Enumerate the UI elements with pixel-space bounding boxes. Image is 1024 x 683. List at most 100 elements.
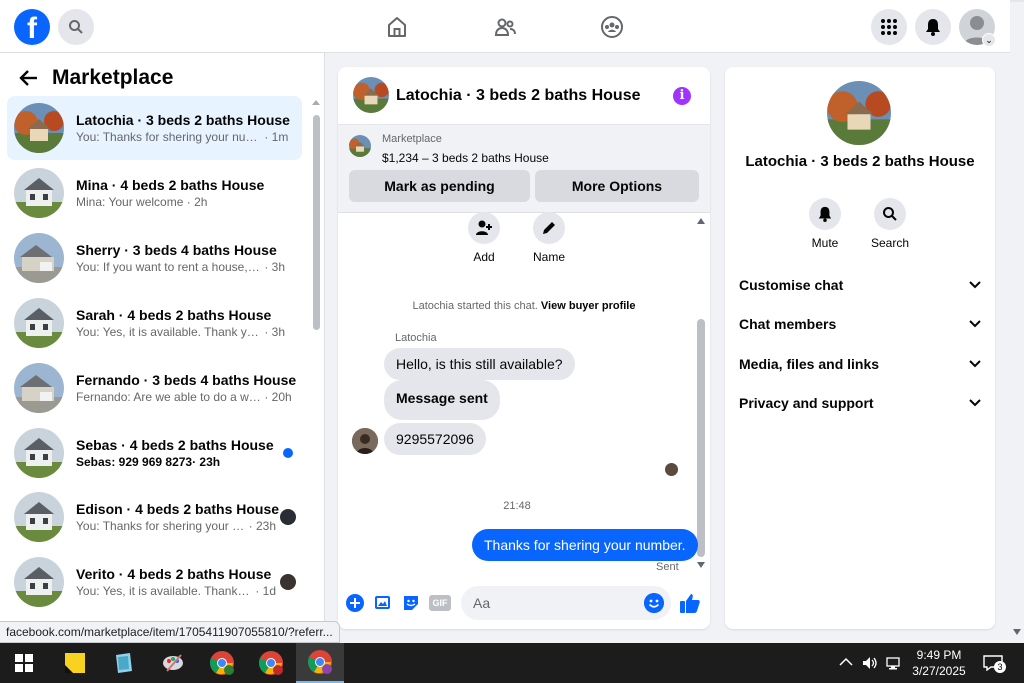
windows-taskbar: 9:49 PM 3/27/2025 3 bbox=[0, 643, 1024, 683]
taskbar-chrome-1[interactable] bbox=[198, 643, 246, 683]
photo-icon[interactable] bbox=[373, 593, 393, 613]
taskbar-sticky-notes[interactable] bbox=[51, 643, 99, 683]
action-center-button[interactable]: 3 bbox=[983, 655, 1006, 673]
facebook-logo[interactable]: f bbox=[14, 9, 50, 45]
message-bubble[interactable]: Hello, is this still available? bbox=[384, 348, 575, 380]
taskbar-app-3[interactable] bbox=[149, 643, 197, 683]
notifications-button[interactable] bbox=[915, 9, 951, 45]
message-bubble[interactable]: Message sent bbox=[384, 380, 500, 420]
sent-status: Sent bbox=[656, 561, 679, 573]
gif-icon[interactable]: GIF bbox=[429, 595, 451, 611]
conversation-preview: You: Thanks for shering your n... bbox=[76, 518, 246, 533]
listing-thumbnail[interactable] bbox=[349, 135, 371, 157]
name-label: Name bbox=[532, 250, 565, 264]
more-options-button[interactable]: More Options bbox=[535, 170, 699, 202]
mute-action[interactable]: Mute bbox=[795, 198, 855, 250]
system-clock[interactable]: 9:49 PM 3/27/2025 bbox=[905, 647, 973, 679]
chat-scroll-down-icon[interactable] bbox=[696, 561, 706, 569]
sticker-icon[interactable] bbox=[401, 593, 421, 613]
chat-scroll-thumb[interactable] bbox=[697, 319, 705, 557]
search-button[interactable] bbox=[58, 9, 94, 45]
conversation-preview: Fernando: Are we able to do a wa... bbox=[76, 389, 261, 404]
conversation-item-fernando[interactable]: Fernando · 3 beds 4 baths House Fernando… bbox=[7, 356, 302, 420]
message-input[interactable] bbox=[461, 586, 671, 620]
mute-label: Mute bbox=[811, 236, 839, 250]
conversation-time: · 23h bbox=[248, 518, 276, 533]
details-avatar[interactable] bbox=[827, 81, 891, 145]
taskbar-chrome-2[interactable] bbox=[247, 643, 295, 683]
conversation-preview: Sebas: 929 969 8273 bbox=[76, 454, 193, 469]
plus-icon[interactable] bbox=[345, 593, 365, 613]
conversation-item-latochia[interactable]: Latochia · 3 beds 2 baths House You: Tha… bbox=[7, 96, 302, 160]
conversation-time: · 2h bbox=[186, 194, 208, 209]
section-chat-members[interactable]: Chat members bbox=[739, 312, 981, 336]
chevron-up-icon[interactable] bbox=[839, 657, 853, 667]
like-icon[interactable] bbox=[679, 592, 701, 614]
notifications-icon bbox=[926, 19, 940, 36]
conversation-preview: You: If you want to rent a house, pl... bbox=[76, 259, 261, 274]
listing-avatar bbox=[14, 233, 64, 283]
link-status-url: facebook.com/marketplace/item/1705411907… bbox=[0, 621, 340, 643]
chat-avatar[interactable] bbox=[353, 77, 389, 113]
sidebar-scroll-thumb[interactable] bbox=[313, 115, 320, 330]
page-title: Marketplace bbox=[52, 66, 174, 89]
network-icon[interactable] bbox=[886, 655, 902, 671]
listing-title[interactable]: $1,234 – 3 beds 2 baths House bbox=[382, 151, 549, 165]
unread-indicator bbox=[283, 448, 293, 458]
chat-title[interactable]: Latochia · 3 beds 2 baths House bbox=[396, 87, 641, 105]
seen-avatar bbox=[280, 574, 296, 590]
add-people-action[interactable]: Add bbox=[459, 212, 509, 264]
conversation-item-sherry[interactable]: Sherry · 3 beds 4 baths House You: If yo… bbox=[7, 226, 302, 290]
conversation-time: · 23h bbox=[192, 454, 221, 469]
conversation-item-edison[interactable]: Edison · 4 beds 2 baths House You: Thank… bbox=[7, 485, 302, 549]
section-media-files-links[interactable]: Media, files and links bbox=[739, 352, 981, 376]
listing-avatar bbox=[14, 168, 64, 218]
home-tab[interactable] bbox=[382, 12, 412, 42]
chevron-down-icon[interactable]: ⌄ bbox=[982, 33, 996, 47]
mark-as-pending-button[interactable]: Mark as pending bbox=[349, 170, 530, 202]
back-arrow-icon[interactable] bbox=[18, 67, 40, 89]
chrome-icon bbox=[259, 651, 283, 675]
conversation-time: · 3h bbox=[264, 259, 286, 274]
chrome-icon bbox=[308, 650, 332, 674]
listing-banner: Marketplace $1,234 – 3 beds 2 baths Hous… bbox=[338, 125, 710, 213]
sender-name: Latochia bbox=[395, 332, 437, 344]
search-label: Search bbox=[870, 236, 910, 250]
groups-icon bbox=[601, 16, 623, 38]
menu-button[interactable] bbox=[871, 9, 907, 45]
inbox-header: Marketplace bbox=[18, 65, 173, 91]
listing-avatar bbox=[14, 557, 64, 607]
groups-tab[interactable] bbox=[597, 12, 627, 42]
emoji-icon[interactable] bbox=[644, 593, 664, 613]
conversation-item-sarah[interactable]: Sarah · 4 beds 2 baths House You: Yes, i… bbox=[7, 291, 302, 355]
chat-scroll-up-icon[interactable] bbox=[696, 217, 706, 225]
taskbar-app-2[interactable] bbox=[100, 643, 148, 683]
conversation-item-verito[interactable]: Verito · 4 beds 2 baths House You: Yes, … bbox=[7, 550, 302, 614]
chevron-down-icon bbox=[969, 360, 981, 368]
page-scroll-down-icon[interactable] bbox=[1012, 628, 1022, 636]
volume-icon[interactable] bbox=[862, 655, 878, 671]
conversation-item-sebas[interactable]: Sebas · 4 beds 2 baths House Sebas: 929 … bbox=[7, 421, 302, 485]
name-chat-action[interactable]: Name bbox=[524, 212, 574, 264]
section-customise-chat[interactable]: Customise chat bbox=[739, 273, 981, 297]
friends-tab[interactable] bbox=[490, 12, 520, 42]
sender-avatar[interactable] bbox=[352, 428, 378, 454]
clock-date: 3/27/2025 bbox=[912, 664, 966, 678]
sent-message-bubble[interactable]: Thanks for shering your number. bbox=[472, 529, 698, 561]
search-in-chat-action[interactable]: Search bbox=[860, 198, 920, 250]
read-receipt-avatar bbox=[665, 463, 678, 476]
start-button[interactable] bbox=[0, 643, 48, 683]
bell-icon bbox=[818, 206, 832, 222]
conversation-time: · 20h bbox=[264, 389, 292, 404]
message-bubble[interactable]: 9295572096 bbox=[384, 423, 486, 455]
section-privacy-support[interactable]: Privacy and support bbox=[739, 391, 981, 415]
clock-time: 9:49 PM bbox=[916, 648, 962, 662]
view-buyer-profile-link[interactable]: View buyer profile bbox=[541, 300, 636, 312]
details-title: Latochia · 3 beds 2 baths House bbox=[745, 153, 975, 170]
info-icon[interactable]: i bbox=[673, 87, 691, 105]
add-person-icon bbox=[476, 220, 492, 235]
taskbar-chrome-3-active[interactable] bbox=[296, 643, 344, 683]
conversation-time: · 3h bbox=[264, 324, 286, 339]
conversation-item-mina[interactable]: Mina · 4 beds 2 baths House Mina: Your w… bbox=[7, 161, 302, 225]
conversation-name: Edison · 4 beds 2 baths House bbox=[76, 500, 280, 517]
